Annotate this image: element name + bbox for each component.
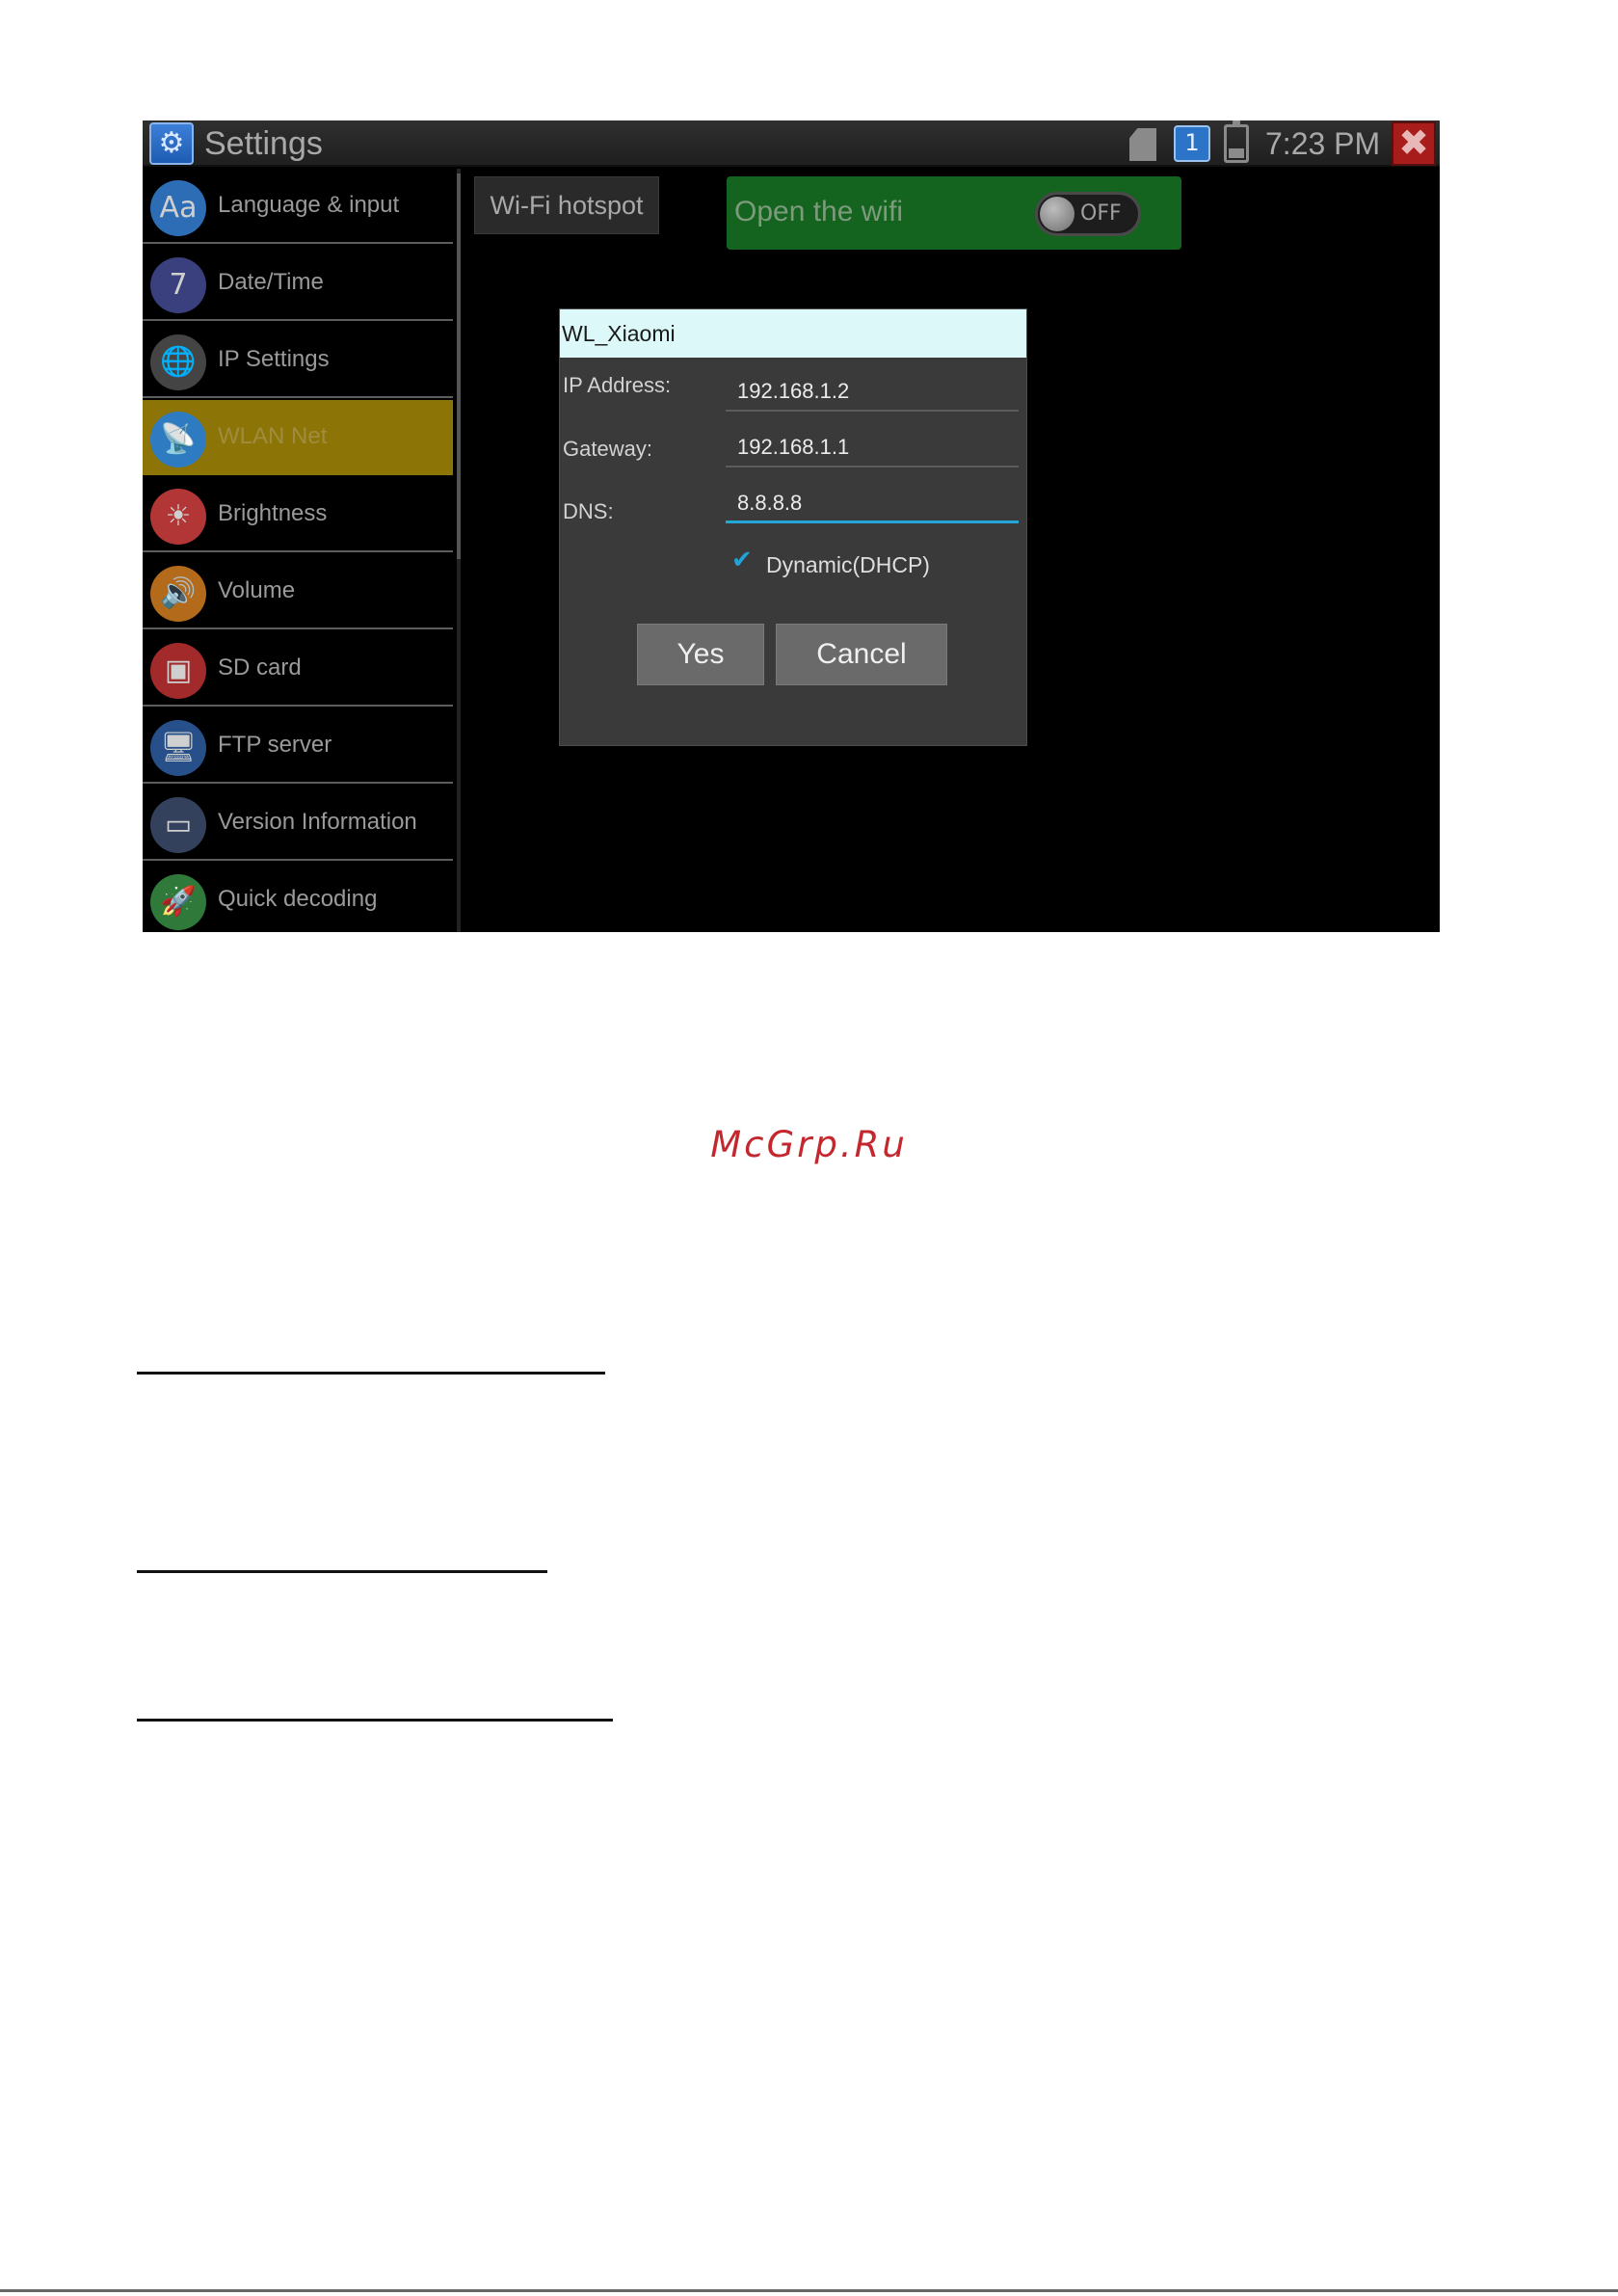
battery-icon [1224,120,1249,163]
close-button[interactable]: ✖ [1392,121,1436,166]
ip-address-label: IP Address: [563,373,672,397]
gateway-value: 192.168.1.1 [737,435,850,459]
dhcp-checkbox[interactable]: ✔ [731,547,753,574]
ftp-server-icon: 🖥 [150,720,206,776]
clock: 7:23 PM [1265,126,1381,161]
sidebar-item-label: WLAN Net [218,423,328,449]
sidebar-item-label: SD card [218,654,302,681]
blank-line-3 [137,1719,613,1722]
gateway-field[interactable]: 192.168.1.1 [726,425,1019,467]
toggle-knob [1040,197,1074,231]
version-info-icon: ▭ [150,797,206,853]
settings-app-icon: ⚙ [149,122,194,165]
notification-icon[interactable]: 1 [1174,125,1210,162]
ip-address-field[interactable]: 192.168.1.2 [726,369,1019,412]
wifi-toggle[interactable]: OFF [1035,192,1141,236]
sd-card-icon: ▣ [150,643,206,699]
sidebar-item-volume[interactable]: 🔊 Volume [143,554,453,629]
sidebar-item-label: Language & input [218,192,400,218]
sidebar-item-ftp-server[interactable]: 🖥 FTP server [143,708,453,784]
rocket-icon: 🚀 [150,874,206,930]
dns-value: 8.8.8.8 [737,491,803,515]
yes-button[interactable]: Yes [637,624,764,685]
sidebar-item-label: FTP server [218,732,332,758]
watermark: McGrp.Ru [710,1124,908,1165]
wlan-config-dialog: WL_Xiaomi IP Address: 192.168.1.2 Gatewa… [559,308,1027,746]
blank-line-2 [137,1570,547,1573]
sidebar-item-sd-card[interactable]: ▣ SD card [143,631,453,707]
sidebar-item-label: Version Information [218,809,417,835]
status-bar: ⚙ Settings 1 7:23 PM ✖ [143,120,1440,167]
globe-icon: 🌐 [150,334,206,390]
open-wifi-label: Open the wifi [734,196,904,227]
sidebar-item-language[interactable]: Aa Language & input [143,169,453,244]
dialog-title: WL_Xiaomi [560,309,1026,358]
app-title: Settings [204,125,323,162]
sidebar-item-label: Quick decoding [218,886,378,912]
gateway-label: Gateway: [563,437,652,461]
open-wifi-panel: Open the wifi OFF [727,176,1181,250]
ip-address-value: 192.168.1.2 [737,379,850,403]
sidebar-item-ip-settings[interactable]: 🌐 IP Settings [143,323,453,398]
sidebar-scrollbar[interactable] [457,174,461,559]
brightness-icon: ☀ [150,489,206,545]
sidebar-item-label: IP Settings [218,346,330,372]
wifi-antenna-icon: 📡 [150,412,206,467]
sd-card-status-icon [1129,128,1156,161]
cancel-button[interactable]: Cancel [776,624,947,685]
dns-field[interactable]: 8.8.8.8 [726,481,1019,523]
sidebar-item-date-time[interactable]: 7 Date/Time [143,246,453,321]
sidebar-item-version-information[interactable]: ▭ Version Information [143,786,453,861]
sidebar-item-brightness[interactable]: ☀ Brightness [143,477,453,552]
blank-line-1 [137,1372,605,1375]
dhcp-label[interactable]: Dynamic(DHCP) [766,550,930,579]
dns-label: DNS: [563,499,614,523]
sidebar-item-label: Volume [218,577,296,603]
sidebar-item-wlan-net[interactable]: 📡 WLAN Net [143,400,453,475]
wifi-hotspot-button[interactable]: Wi-Fi hotspot [474,176,659,234]
volume-icon: 🔊 [150,566,206,622]
toggle-state-text: OFF [1080,201,1122,226]
settings-sidebar: Aa Language & input 7 Date/Time 🌐 IP Set… [143,169,453,932]
sidebar-item-label: Brightness [218,500,328,526]
language-icon: Aa [150,180,206,236]
sidebar-item-quick-decoding[interactable]: 🚀 Quick decoding [143,863,453,932]
calendar-icon: 7 [150,257,206,313]
sidebar-item-label: Date/Time [218,269,324,295]
page-bottom-rule [0,2289,1618,2292]
device-screenshot: ⚙ Settings 1 7:23 PM ✖ Aa Language & inp… [143,120,1440,932]
